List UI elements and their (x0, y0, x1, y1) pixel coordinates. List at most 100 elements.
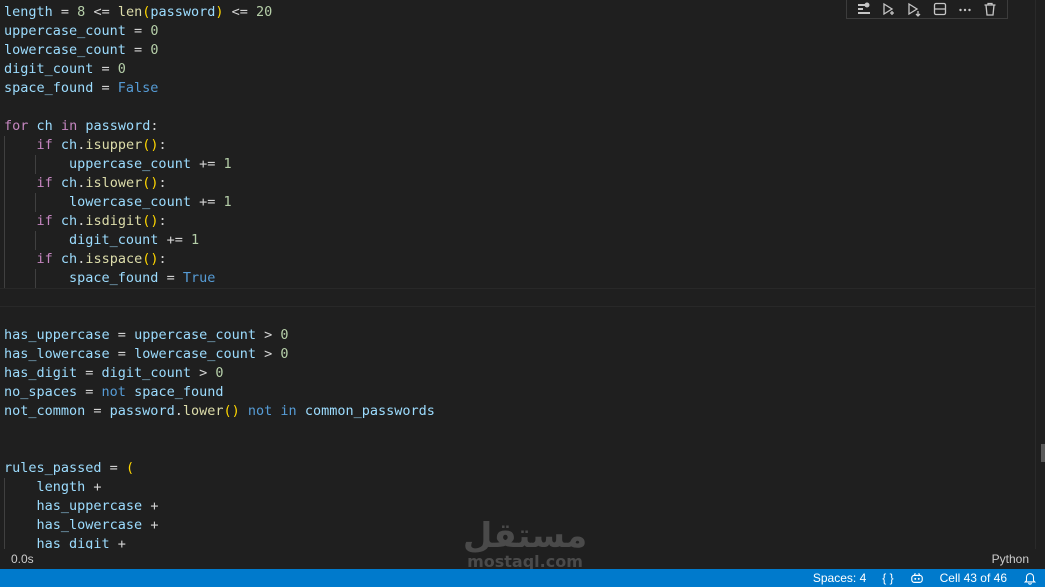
code-line[interactable]: has_uppercase + (4, 497, 435, 516)
execute-below-icon[interactable] (904, 1, 924, 17)
code-token: ch (36, 118, 53, 134)
vertical-scrollbar[interactable] (1035, 0, 1045, 549)
code-line[interactable]: has_lowercase + (4, 516, 435, 535)
code-token: () (142, 213, 159, 229)
code-token: has_lowercase (4, 346, 110, 362)
code-line[interactable]: has_digit = digit_count > 0 (4, 364, 435, 383)
code-token: () (142, 137, 159, 153)
code-line[interactable]: for ch in password: (4, 117, 435, 136)
cell-status-footer: 0.0s Python (0, 549, 1045, 569)
code-token: <= (85, 4, 118, 20)
code-token: = (85, 403, 110, 419)
code-token: 1 (190, 232, 200, 248)
code-line[interactable]: uppercase_count += 1 (4, 155, 435, 174)
code-line[interactable]: length = 8 <= len(password) <= 20 (4, 3, 435, 22)
code-token: ch (60, 213, 78, 229)
code-line[interactable] (4, 307, 435, 326)
code-token: not_common (4, 403, 86, 419)
code-cell-editor[interactable]: length = 8 <= len(password) <= 20 upperca… (0, 0, 1035, 549)
code-token: ch (60, 137, 78, 153)
code-token: in (60, 118, 78, 134)
scrollbar-thumb[interactable] (1041, 444, 1045, 462)
code-token: . (174, 403, 183, 419)
code-line[interactable] (4, 440, 435, 459)
code-line[interactable]: space_found = True (4, 269, 435, 288)
code-token: uppercase_count (69, 156, 191, 172)
notifications-status[interactable] (1015, 569, 1045, 587)
code-line[interactable]: has_uppercase = uppercase_count > 0 (4, 326, 435, 345)
code-token: password (150, 4, 216, 20)
code-token: uppercase_count (134, 327, 256, 343)
language-status[interactable]: { } (874, 569, 901, 587)
code-token: 0 (117, 61, 126, 77)
code-token: ) (215, 4, 224, 20)
code-token: = (77, 384, 102, 400)
indentation-status[interactable]: Spaces: 4 (805, 569, 874, 587)
code-line[interactable]: digit_count += 1 (4, 231, 435, 250)
code-token: uppercase_count (4, 23, 126, 39)
code-line[interactable]: if ch.isdigit(): (4, 212, 435, 231)
code-token: = (109, 327, 135, 343)
split-cell-icon[interactable] (930, 1, 950, 17)
code-token: : (150, 118, 159, 134)
code-line[interactable]: if ch.isspace(): (4, 250, 435, 269)
code-line[interactable] (4, 288, 435, 307)
code-token: () (142, 175, 159, 191)
code-line[interactable] (4, 421, 435, 440)
copilot-status[interactable] (902, 569, 932, 587)
code-line[interactable]: digit_count = 0 (4, 60, 435, 79)
code-line[interactable]: lowercase_count = 0 (4, 41, 435, 60)
cell-position-status[interactable]: Cell 43 of 46 (932, 569, 1015, 587)
execute-above-icon[interactable] (879, 1, 899, 17)
code-token: = (101, 460, 126, 476)
code-line[interactable] (4, 98, 435, 117)
code-line[interactable]: if ch.islower(): (4, 174, 435, 193)
run-by-line-icon[interactable] (854, 1, 874, 17)
code-line[interactable]: has_lowercase = lowercase_count > 0 (4, 345, 435, 364)
code-token: 0 (280, 327, 289, 343)
code-token: has_uppercase (4, 327, 110, 343)
code-token: has_digit (4, 365, 78, 381)
code-line[interactable]: if ch.isupper(): (4, 136, 435, 155)
code-token: isdigit (85, 213, 143, 229)
code-token: = (109, 346, 135, 362)
code-token: = (52, 4, 78, 20)
code-content[interactable]: length = 8 <= len(password) <= 20 upperca… (4, 3, 435, 549)
code-token: lower (182, 403, 224, 419)
code-token: > (255, 327, 281, 343)
code-token: = (93, 61, 118, 77)
code-token: > (255, 346, 281, 362)
code-line[interactable]: space_found = False (4, 79, 435, 98)
code-line[interactable]: lowercase_count += 1 (4, 193, 435, 212)
more-actions-icon[interactable] (955, 1, 975, 17)
cell-language-selector[interactable]: Python (992, 552, 1029, 566)
code-line[interactable]: rules_passed = ( (4, 459, 435, 478)
code-line[interactable]: uppercase_count = 0 (4, 22, 435, 41)
code-line[interactable]: not_common = password.lower() not in com… (4, 402, 435, 421)
code-token: True (182, 270, 216, 286)
code-token: += (190, 156, 224, 172)
code-line[interactable]: no_spaces = not space_found (4, 383, 435, 402)
delete-cell-icon[interactable] (980, 1, 1000, 17)
code-token: space_found (4, 80, 94, 96)
code-token: 0 (215, 365, 224, 381)
code-line[interactable]: length + (4, 478, 435, 497)
code-token: rules_passed (4, 460, 102, 476)
code-token: = (77, 365, 102, 381)
code-token: password (85, 118, 151, 134)
code-token: has_uppercase (36, 498, 143, 514)
code-token: has_lowercase (36, 517, 143, 533)
code-line[interactable]: has_digit + (4, 535, 435, 549)
code-token: () (142, 251, 159, 267)
code-token: ch (60, 251, 78, 267)
